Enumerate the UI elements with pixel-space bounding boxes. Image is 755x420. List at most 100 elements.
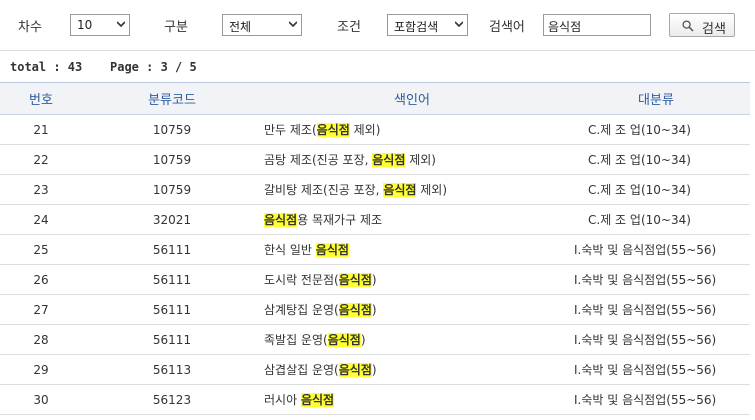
row-index-word: 도시락 전문점(음식점) <box>262 265 562 295</box>
row-index-word: 한식 일반 음식점 <box>262 235 562 265</box>
row-index-word: 삼겹살집 운영(음식점) <box>262 355 562 385</box>
keyword-input[interactable]: 음식점 <box>543 14 651 36</box>
search-bar: 차수 10 구분 전체 조건 포함검색 검색어 음식점 검색 <box>0 0 755 51</box>
row-major-category: I.숙박 및 음식점업(55~56) <box>574 243 717 257</box>
row-code: 56123 <box>152 392 192 407</box>
result-summary: total : 43 Page : 3 / 5 <box>10 60 197 74</box>
total-count: total : 43 <box>10 60 83 74</box>
row-code: 56111 <box>152 272 192 287</box>
chevron-down-icon <box>117 21 125 28</box>
index-word-suffix: 제외) <box>405 153 436 167</box>
index-word-suffix: ) <box>360 333 366 347</box>
row-code: 32021 <box>152 212 192 227</box>
round-select-value: 10 <box>77 18 93 32</box>
index-word-suffix: ) <box>371 303 377 317</box>
row-number: 24 <box>33 212 49 227</box>
index-word-highlight: 음식점 <box>372 153 406 167</box>
index-word-prefix: 족발집 운영( <box>264 333 328 347</box>
index-word-suffix: 용 목재가구 제조 <box>297 213 383 227</box>
row-number: 27 <box>33 302 49 317</box>
row-number: 21 <box>33 122 49 137</box>
table-row[interactable]: 24 32021 음식점용 목재가구 제조 C.제 조 업(10~34) <box>0 205 750 235</box>
index-word-prefix: 삼겹살집 운영( <box>264 363 339 377</box>
index-word-prefix: 한식 일반 <box>264 243 316 257</box>
table-row[interactable]: 22 10759 곰탕 제조(진공 포장, 음식점 제외) C.제 조 업(10~34… <box>0 145 750 175</box>
keyword-input-value: 음식점 <box>548 20 582 34</box>
index-word-prefix: 갈비탕 제조(진공 포장, <box>264 183 384 197</box>
table-row[interactable]: 26 56111 도시락 전문점(음식점) I.숙박 및 음식점업(55~56) <box>0 265 750 295</box>
index-word-highlight: 음식점 <box>338 363 372 377</box>
row-code: 56111 <box>152 242 192 257</box>
index-word-highlight: 음식점 <box>315 243 349 257</box>
table-row[interactable]: 30 56123 러시아 음식점 I.숙박 및 음식점업(55~56) <box>0 385 750 415</box>
category-label: 구분 <box>164 20 188 35</box>
row-major-category: I.숙박 및 음식점업(55~56) <box>574 303 717 317</box>
index-word-highlight: 음식점 <box>338 273 372 287</box>
table-row[interactable]: 28 56111 족발집 운영(음식점) I.숙박 및 음식점업(55~56) <box>0 325 750 355</box>
table-row[interactable]: 27 56111 삼계탕집 운영(음식점) I.숙박 및 음식점업(55~56) <box>0 295 750 325</box>
row-major-category: C.제 조 업(10~34) <box>588 153 691 167</box>
header-index-word: 색인어 <box>394 93 430 108</box>
row-number: 26 <box>33 272 49 287</box>
chevron-down-icon <box>289 21 297 28</box>
row-code: 56111 <box>152 302 192 317</box>
row-code: 56111 <box>152 332 192 347</box>
condition-select-value: 포함검색 <box>394 20 439 34</box>
round-label: 차수 <box>18 20 42 35</box>
row-number: 23 <box>33 182 49 197</box>
index-word-highlight: 음식점 <box>300 393 335 407</box>
index-word-prefix: 만두 제조( <box>264 123 317 137</box>
row-number: 22 <box>33 152 49 167</box>
condition-select[interactable]: 포함검색 <box>387 14 468 36</box>
row-major-category: C.제 조 업(10~34) <box>588 123 691 137</box>
header-code: 분류코드 <box>148 93 196 108</box>
index-word-suffix: 제외) <box>349 123 381 137</box>
row-major-category: I.숙박 및 음식점업(55~56) <box>574 393 717 407</box>
table-row[interactable]: 25 56111 한식 일반 음식점 I.숙박 및 음식점업(55~56) <box>0 235 750 265</box>
row-index-word: 족발집 운영(음식점) <box>262 325 562 355</box>
round-select[interactable]: 10 <box>70 14 130 36</box>
table-row[interactable]: 23 10759 갈비탕 제조(진공 포장, 음식점 제외) C.제 조 업(10~3… <box>0 175 750 205</box>
header-number: 번호 <box>29 93 53 108</box>
row-index-word: 음식점용 목재가구 제조 <box>262 205 562 235</box>
search-button[interactable]: 검색 <box>669 13 735 37</box>
row-index-word: 삼계탕집 운영(음식점) <box>262 295 562 325</box>
table-header-row: 번호 분류코드 색인어 대분류 <box>0 82 750 115</box>
index-word-suffix: 제외) <box>416 183 448 197</box>
row-major-category: C.제 조 업(10~34) <box>588 213 691 227</box>
row-index-word: 러시아 음식점 <box>262 385 562 415</box>
index-word-highlight: 음식점 <box>316 123 350 137</box>
row-major-category: I.숙박 및 음식점업(55~56) <box>574 333 717 347</box>
result-table: 번호 분류코드 색인어 대분류 21 10759 만두 제조(음식점 제외) C.제 … <box>0 82 750 415</box>
table-row[interactable]: 29 56113 삼겹살집 운영(음식점) I.숙박 및 음식점업(55~56) <box>0 355 750 385</box>
row-number: 30 <box>33 392 49 407</box>
table-row[interactable]: 21 10759 만두 제조(음식점 제외) C.제 조 업(10~34) <box>0 115 750 145</box>
index-word-prefix: 러시아 <box>264 393 301 407</box>
row-major-category: C.제 조 업(10~34) <box>588 183 691 197</box>
header-major-category: 대분류 <box>638 93 674 108</box>
row-index-word: 곰탕 제조(진공 포장, 음식점 제외) <box>262 145 562 175</box>
row-major-category: I.숙박 및 음식점업(55~56) <box>574 363 717 377</box>
row-index-word: 갈비탕 제조(진공 포장, 음식점 제외) <box>262 175 562 205</box>
index-word-suffix: ) <box>371 273 377 287</box>
row-number: 25 <box>33 242 49 257</box>
index-word-prefix: 삼계탕집 운영( <box>264 303 339 317</box>
row-code: 10759 <box>152 122 192 137</box>
condition-label: 조건 <box>337 20 361 35</box>
row-index-word: 만두 제조(음식점 제외) <box>262 115 562 145</box>
row-code: 56113 <box>152 362 192 377</box>
index-word-suffix: ) <box>371 363 377 377</box>
page-indicator: Page : 3 / 5 <box>110 60 197 74</box>
row-code: 10759 <box>152 182 192 197</box>
index-word-highlight: 음식점 <box>383 183 417 197</box>
search-button-label: 검색 <box>702 21 726 36</box>
index-word-highlight: 음식점 <box>264 213 298 227</box>
index-word-prefix: 도시락 전문점( <box>264 273 339 287</box>
index-word-prefix: 곰탕 제조(진공 포장, <box>264 153 373 167</box>
category-select[interactable]: 전체 <box>222 14 302 36</box>
category-select-value: 전체 <box>229 20 252 34</box>
row-number: 28 <box>33 332 49 347</box>
keyword-label: 검색어 <box>489 20 525 35</box>
row-major-category: I.숙박 및 음식점업(55~56) <box>574 273 717 287</box>
search-icon <box>682 20 694 32</box>
